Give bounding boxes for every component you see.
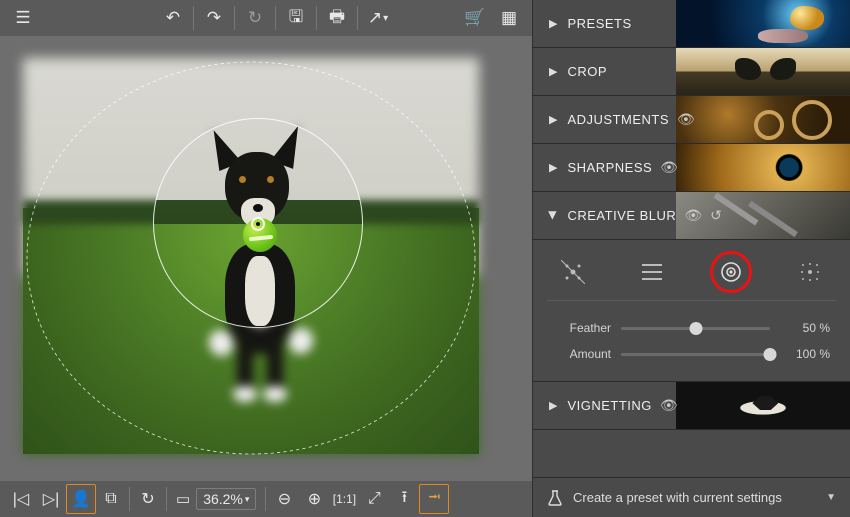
chevron-down-icon: ▶: [547, 211, 560, 219]
section-label: VIGNETTING: [567, 398, 651, 413]
grid-button[interactable]: ▦: [492, 1, 526, 35]
menu-icon[interactable]: ☰: [6, 1, 40, 35]
rotate-button[interactable]: ↻: [133, 484, 163, 514]
section-creative-blur[interactable]: ▶ CREATIVE BLUR 👁 ↺: [533, 192, 850, 240]
zoom-control[interactable]: ▭ 36.2%▾: [176, 488, 256, 510]
last-image-button[interactable]: ▷|: [36, 484, 66, 514]
bottom-toolbar: |◁ ▷| 👤 ⧉ ↻ ▭ 36.2%▾ ⊖ ⊕ [1:1] ⤢ ⭱ ⭲: [0, 481, 532, 517]
section-label: CREATIVE BLUR: [567, 208, 676, 223]
redo-button[interactable]: ↷: [197, 1, 231, 35]
upload-button[interactable]: ⭱: [389, 484, 419, 514]
section-adjustments[interactable]: ▶ ADJUSTMENTS 👁: [533, 96, 850, 144]
fit-screen-button[interactable]: ⤢: [359, 484, 389, 514]
print-button[interactable]: 🖶: [320, 1, 354, 35]
blur-mode-linear[interactable]: [618, 252, 686, 292]
create-preset-button[interactable]: Create a preset with current settings ▼: [533, 477, 850, 517]
section-label: SHARPNESS: [567, 160, 652, 175]
slider-knob[interactable]: [764, 348, 777, 361]
slider-knob[interactable]: [689, 322, 702, 335]
chevron-right-icon: ▶: [549, 113, 557, 126]
visibility-icon[interactable]: 👁: [660, 159, 678, 176]
first-image-button[interactable]: |◁: [6, 484, 36, 514]
blur-mode-radial[interactable]: [697, 252, 765, 292]
blur-mode-none[interactable]: [539, 252, 607, 292]
chevron-right-icon: ▶: [549, 399, 557, 412]
section-presets[interactable]: ▶ PRESETS: [533, 0, 850, 48]
image-preview: [23, 58, 479, 454]
slider-label: Feather: [553, 321, 611, 335]
slider-track[interactable]: [621, 353, 770, 356]
section-label: ADJUSTMENTS: [567, 112, 669, 127]
top-toolbar: ☰ ↶ ↷ ↻ 🖫 🖶 ↗▾ 🛒 ▦: [0, 0, 532, 36]
history-button[interactable]: ↻: [238, 1, 272, 35]
slider-value: 100 %: [780, 347, 830, 361]
section-label: CROP: [567, 64, 607, 79]
zoom-in-button[interactable]: ⊕: [299, 484, 329, 514]
undo-button[interactable]: ↶: [156, 1, 190, 35]
blur-mode-tiltshift[interactable]: [776, 252, 844, 292]
canvas[interactable]: [0, 36, 532, 481]
zoom-value: 36.2%: [203, 491, 243, 507]
slider-value: 50 %: [780, 321, 830, 335]
chevron-right-icon: ▶: [549, 161, 557, 174]
share-button[interactable]: ↗▾: [361, 1, 395, 35]
create-preset-label: Create a preset with current settings: [573, 490, 782, 505]
single-view-button[interactable]: 👤: [66, 484, 96, 514]
slider-amount: Amount 100 %: [553, 341, 830, 367]
visibility-icon[interactable]: 👁: [677, 111, 695, 128]
section-thumb: [676, 48, 850, 95]
blur-center-handle[interactable]: [251, 217, 265, 231]
export-button[interactable]: ⭲: [419, 484, 449, 514]
section-crop[interactable]: ▶ CROP: [533, 48, 850, 96]
save-button[interactable]: 🖫: [279, 1, 313, 35]
compare-view-button[interactable]: ⧉: [96, 484, 126, 514]
section-sharpness[interactable]: ▶ SHARPNESS 👁: [533, 144, 850, 192]
section-thumb: [676, 0, 850, 47]
chevron-right-icon: ▶: [549, 17, 557, 30]
side-panel: ▶ PRESETS ▶ CROP ▶ ADJUSTMENTS 👁: [532, 0, 850, 517]
section-thumb: [676, 96, 850, 143]
highlight-ring: [710, 251, 752, 293]
section-thumb: [676, 144, 850, 191]
section-vignetting[interactable]: ▶ VIGNETTING 👁: [533, 382, 850, 430]
cart-button[interactable]: 🛒: [458, 1, 492, 35]
creative-blur-body: Feather 50 % Amount 100 %: [533, 240, 850, 382]
reset-icon[interactable]: ↺: [710, 207, 722, 224]
slider-feather: Feather 50 %: [553, 315, 830, 341]
chevron-right-icon: ▶: [549, 65, 557, 78]
section-label: PRESETS: [567, 16, 631, 31]
actual-size-button[interactable]: [1:1]: [329, 484, 359, 514]
visibility-icon[interactable]: 👁: [684, 207, 702, 224]
flask-icon: [547, 489, 563, 507]
slider-track[interactable]: [621, 327, 770, 330]
visibility-icon[interactable]: 👁: [660, 397, 678, 414]
chevron-down-icon: ▼: [826, 492, 836, 503]
section-thumb: [676, 382, 850, 429]
zoom-out-button[interactable]: ⊖: [269, 484, 299, 514]
slider-label: Amount: [553, 347, 611, 361]
